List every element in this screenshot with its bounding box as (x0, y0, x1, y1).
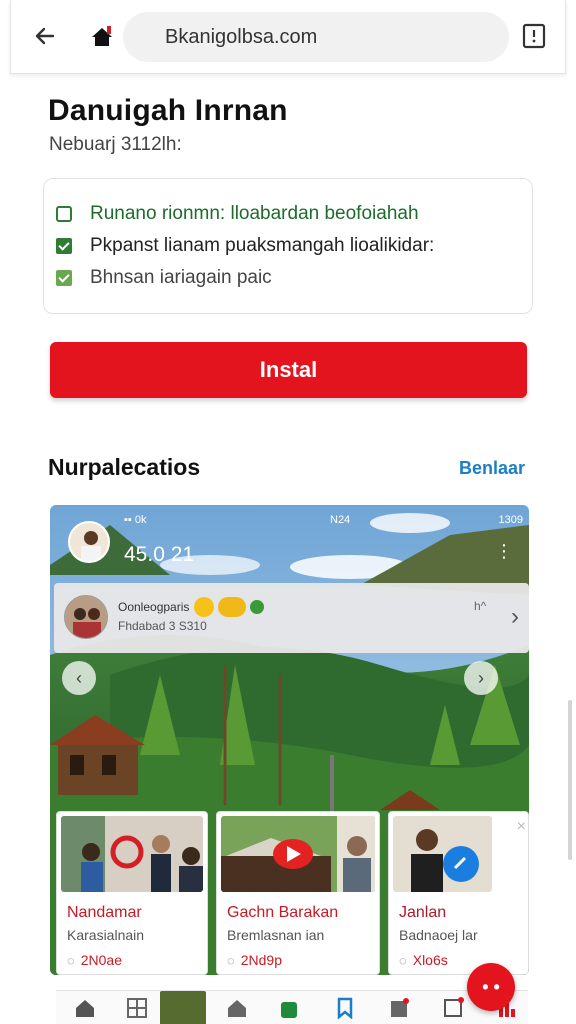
floating-action-button[interactable]: • • (467, 963, 515, 1011)
post-author: Oonleogparis (118, 600, 190, 614)
card-title: Gachn Barakan (227, 904, 339, 921)
close-icon[interactable]: × (517, 818, 526, 836)
card-meta: ◌ 2N0ae (67, 952, 122, 968)
url-bar[interactable]: Bkanigolbsa.com (123, 12, 509, 62)
card-subtitle: Badnaoej lar (399, 927, 478, 943)
feature-checklist: Runano rionmn: lloabardan beofoiahah Pkp… (43, 178, 533, 314)
checkbox-checked-icon (56, 270, 72, 286)
leaf-icon (250, 600, 264, 614)
checklist-item-label: Pkpanst lianam puaksmangah lioalikidar: (90, 235, 435, 256)
back-button[interactable] (31, 22, 59, 50)
avatar (64, 595, 108, 639)
avatar[interactable] (160, 991, 206, 1024)
more-options-icon[interactable]: ⋮ (495, 541, 513, 562)
home-icon[interactable] (89, 24, 115, 50)
checklist-item-label: Bhnsan iariagain paic (90, 267, 272, 288)
card-subtitle: Bremlasnan ian (227, 927, 325, 943)
shopping-bag-icon[interactable] (278, 997, 300, 1019)
status-left: ▪▪ 0k (124, 514, 147, 526)
install-button[interactable]: Instal (50, 342, 527, 398)
card-meta-value: Xlo6s (412, 952, 448, 968)
card-title: Nandamar (67, 904, 142, 921)
status-center: N24 (330, 514, 351, 526)
checklist-item: Runano rionmn: lloabardan beofoiahah (56, 203, 419, 225)
card-title: Janlan (399, 904, 447, 921)
arrow-left-icon (35, 27, 55, 45)
card-meta: ◌ 2Nd9p (227, 952, 282, 968)
bookmark-icon[interactable] (334, 997, 356, 1019)
checkbox-outline-icon (56, 206, 72, 222)
card-meta-value: 2Nd9p (240, 952, 282, 968)
status-right: 1309 (498, 514, 523, 526)
grid-icon[interactable] (126, 997, 148, 1019)
chat-icon: ◌ (67, 952, 75, 968)
chat-icon: ◌ (227, 952, 235, 968)
bookmark-icon (522, 23, 546, 49)
card-subtitle: Karasialnain (67, 927, 145, 943)
bookmark-button[interactable] (521, 22, 547, 50)
video-card[interactable]: Gachn Barakan Bremlasnan ian ◌ 2Nd9p (216, 811, 380, 975)
home-icon[interactable] (226, 997, 248, 1019)
card-meta-value: 2N0ae (80, 952, 122, 968)
next-arrow-icon[interactable]: › (464, 661, 498, 695)
scrollbar[interactable] (568, 700, 572, 860)
badge-icon (218, 597, 246, 617)
video-card[interactable]: × Janlan Badnaoej lar ◌ Xlo6s (388, 811, 529, 975)
card-thumbnail (221, 816, 375, 892)
inbox-icon[interactable] (442, 997, 464, 1019)
avatar[interactable] (68, 521, 110, 563)
media-preview[interactable]: ▪▪ 0k N24 1309 45.0 21 ⋮ Oonleogparis Fh… (50, 505, 529, 975)
checklist-item-label: Runano rionmn: lloabardan beofoiahah (90, 203, 419, 224)
overlay-time: 45.0 21 (124, 543, 195, 566)
notifications-icon[interactable] (388, 997, 410, 1019)
checklist-item: Bhnsan iariagain paic (56, 267, 272, 289)
prev-arrow-icon[interactable]: ‹ (62, 661, 96, 695)
reaction-badges (194, 597, 264, 617)
sun-icon (194, 597, 214, 617)
chat-icon: ◌ (399, 952, 407, 968)
chevron-right-icon[interactable]: › (511, 603, 519, 631)
post-extra: h^ (474, 599, 487, 613)
section-link[interactable]: Benlaar (459, 458, 525, 479)
status-bar: ▪▪ 0k N24 1309 (106, 509, 523, 531)
checkbox-checked-icon (56, 238, 72, 254)
browser-toolbar: Bkanigolbsa.com (10, 0, 566, 74)
page-subtitle: Nebuarj 3112lh: (49, 134, 182, 155)
video-card[interactable]: Nandamar Karasialnain ◌ 2N0ae (56, 811, 208, 975)
page-title: Danuigah Inrnan (48, 94, 288, 127)
post-meta: Fhdabad 3 S310 (118, 619, 207, 633)
card-meta: ◌ Xlo6s (399, 952, 448, 968)
bottom-navigation (56, 990, 528, 1024)
card-thumbnail (61, 816, 203, 892)
home-icon[interactable] (74, 997, 96, 1019)
url-text: Bkanigolbsa.com (165, 25, 318, 48)
post-card[interactable]: Oonleogparis Fhdabad 3 S310 h^ › (54, 583, 529, 653)
card-thumbnail (393, 816, 492, 892)
checklist-item: Pkpanst lianam puaksmangah lioalikidar: (56, 235, 434, 257)
section-title: Nurpalecatios (48, 454, 201, 480)
